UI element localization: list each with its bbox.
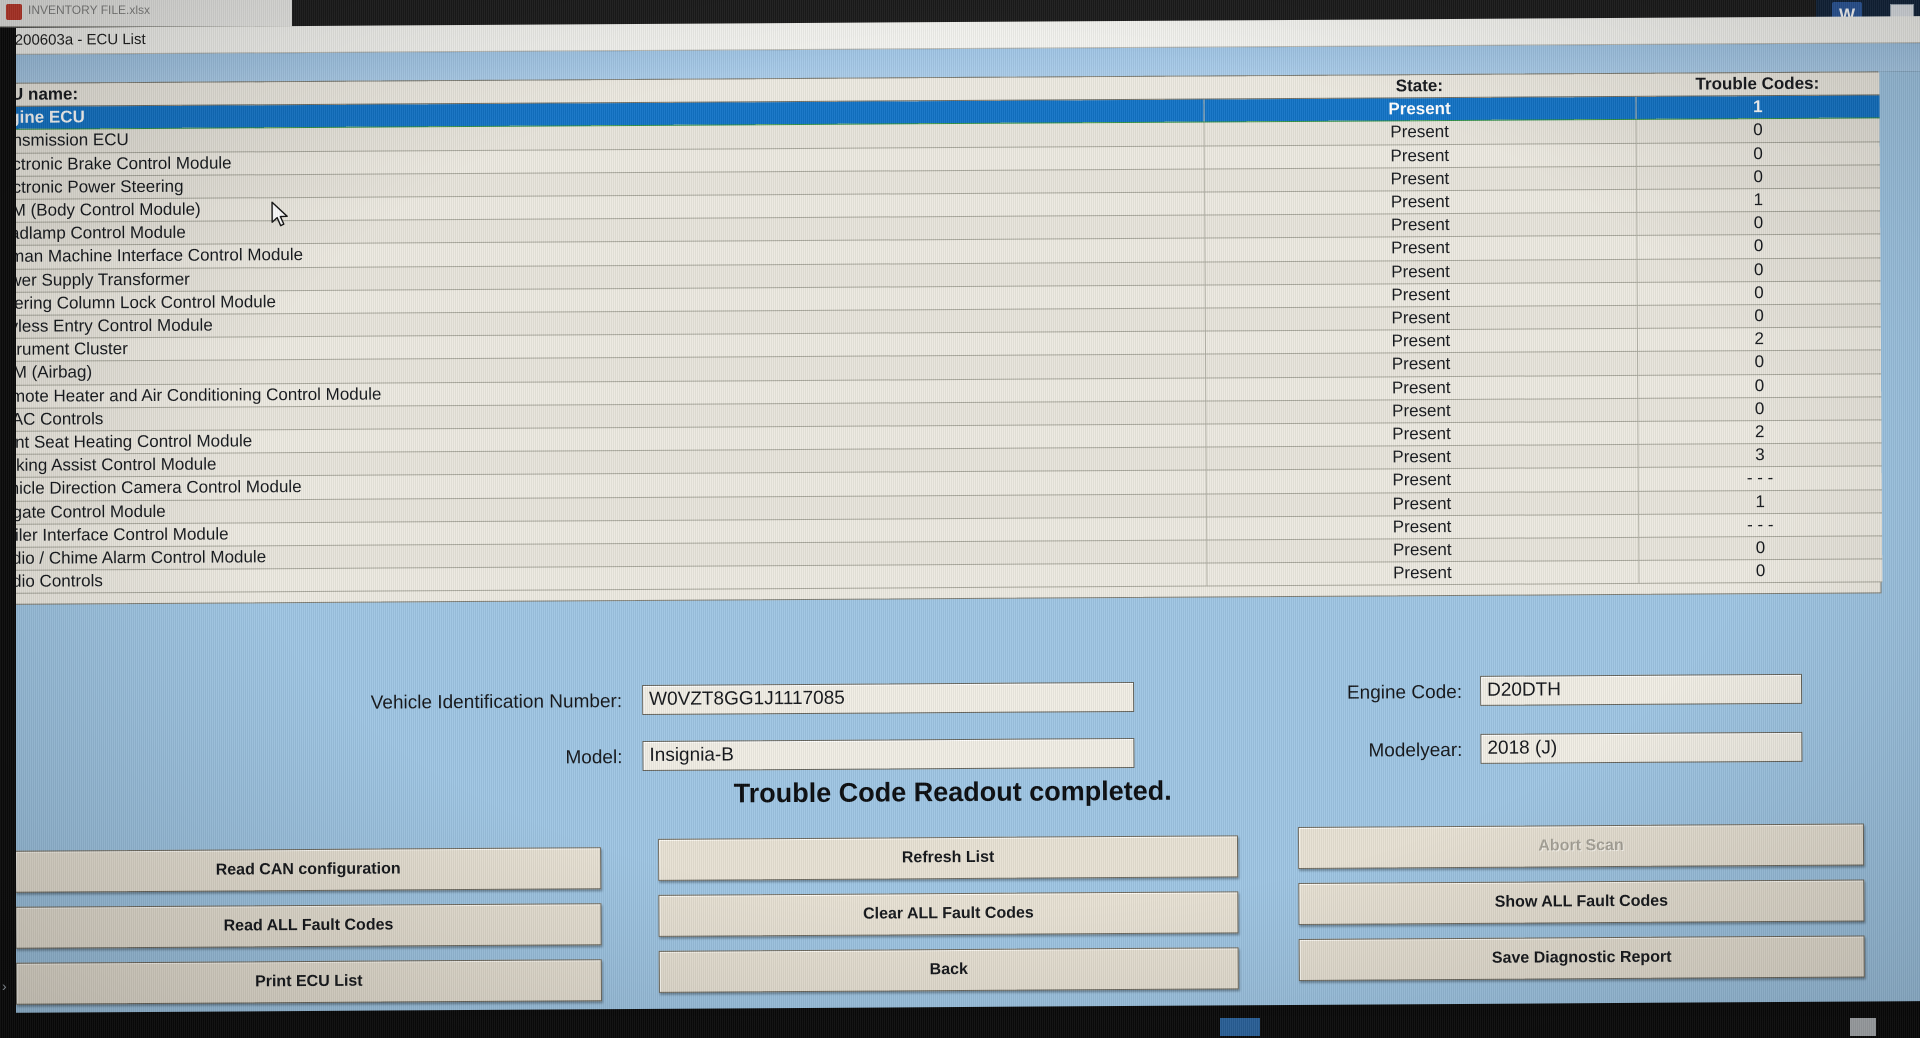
ecu-table-body: Engine ECU Present 1 Transmission ECU Presen… bbox=[0, 95, 1883, 594]
left-bezel bbox=[0, 28, 16, 1038]
refresh-list-button[interactable]: Refresh List bbox=[657, 835, 1239, 881]
cell-trouble-codes: 0 bbox=[1635, 118, 1880, 143]
cell-state: Present bbox=[1206, 514, 1639, 541]
vin-label: Vehicle Identification Number: bbox=[370, 691, 623, 714]
cell-trouble-codes: 0 bbox=[1635, 164, 1881, 190]
cell-trouble-codes: 1 bbox=[1635, 95, 1880, 120]
cell-state: Present bbox=[1205, 351, 1638, 378]
cell-trouble-codes: 1 bbox=[1637, 489, 1882, 515]
show-all-fault-codes-button[interactable]: Show ALL Fault Codes bbox=[1298, 879, 1865, 925]
bottom-bezel bbox=[0, 1016, 1920, 1038]
cell-trouble-codes: 0 bbox=[1637, 373, 1882, 399]
ecu-list-window: M 200603a - ECU List ECU name: State: Tr… bbox=[0, 16, 1920, 1013]
ecu-table-container[interactable]: ECU name: State: Trouble Codes: Engine E… bbox=[0, 71, 1883, 605]
modelyear-label: Modelyear: bbox=[1368, 739, 1463, 762]
cell-state: Present bbox=[1203, 119, 1636, 146]
cell-state: Present bbox=[1203, 96, 1636, 123]
cell-state: Present bbox=[1204, 235, 1637, 262]
back-button[interactable]: Back bbox=[658, 947, 1239, 993]
cell-state: Present bbox=[1204, 258, 1637, 285]
cell-trouble-codes: 0 bbox=[1638, 559, 1883, 584]
cell-trouble-codes: 0 bbox=[1637, 350, 1882, 376]
cell-trouble-codes: - - - bbox=[1637, 466, 1882, 492]
cell-trouble-codes: 0 bbox=[1636, 234, 1881, 259]
cell-state: Present bbox=[1205, 398, 1638, 425]
read-all-fault-codes-button[interactable]: Read ALL Fault Codes bbox=[15, 903, 602, 949]
clear-all-fault-codes-button[interactable]: Clear ALL Fault Codes bbox=[658, 891, 1239, 937]
chevron-right-icon: › bbox=[2, 978, 7, 994]
cell-trouble-codes: 0 bbox=[1636, 280, 1881, 306]
background-window-title: INVENTORY FILE.xlsx bbox=[28, 3, 151, 17]
cell-trouble-codes: 0 bbox=[1635, 141, 1880, 167]
cell-state: Present bbox=[1204, 212, 1637, 239]
cell-trouble-codes: 0 bbox=[1638, 535, 1883, 561]
cell-state: Present bbox=[1205, 444, 1638, 471]
print-ecu-list-button[interactable]: Print ECU List bbox=[15, 959, 602, 1005]
ecu-table: ECU name: State: Trouble Codes: Engine E… bbox=[0, 72, 1883, 594]
cell-trouble-codes: 2 bbox=[1636, 327, 1882, 352]
abort-scan-button: Abort Scan bbox=[1297, 823, 1865, 869]
cell-trouble-codes: 0 bbox=[1636, 211, 1881, 236]
cell-state: Present bbox=[1205, 421, 1638, 448]
taskbar-item[interactable] bbox=[1220, 1018, 1260, 1036]
save-diagnostic-report-button[interactable]: Save Diagnostic Report bbox=[1298, 935, 1865, 981]
engine-code-label: Engine Code: bbox=[1346, 681, 1463, 704]
cell-trouble-codes: 1 bbox=[1636, 187, 1881, 213]
excel-icon bbox=[6, 4, 22, 20]
modelyear-field[interactable]: 2018 (J) bbox=[1480, 731, 1803, 764]
cell-state: Present bbox=[1203, 166, 1637, 193]
cell-state: Present bbox=[1206, 537, 1639, 564]
cell-state: Present bbox=[1204, 305, 1637, 332]
window-title: M 200603a - ECU List bbox=[0, 30, 146, 49]
cell-trouble-codes: 0 bbox=[1637, 396, 1882, 422]
cell-trouble-codes: - - - bbox=[1638, 512, 1883, 538]
taskbar-tray-icon[interactable] bbox=[1850, 1018, 1876, 1036]
vin-field[interactable]: W0VZT8GG1J1117085 bbox=[642, 681, 1135, 715]
column-header-trouble-codes[interactable]: Trouble Codes: bbox=[1635, 72, 1880, 97]
model-label: Model: bbox=[565, 747, 623, 769]
cell-trouble-codes: 0 bbox=[1636, 303, 1881, 329]
engine-code-field[interactable]: D20DTH bbox=[1479, 673, 1803, 706]
cell-state: Present bbox=[1204, 328, 1638, 355]
cell-state: Present bbox=[1204, 282, 1637, 309]
read-can-configuration-button[interactable]: Read CAN configuration bbox=[15, 847, 602, 893]
cell-state: Present bbox=[1203, 142, 1636, 169]
window-client-area: ECU name: State: Trouble Codes: Engine E… bbox=[0, 71, 1920, 1013]
model-field[interactable]: Insignia-B bbox=[642, 737, 1135, 771]
monitor-photo: INVENTORY FILE.xlsx W M 200603a - ECU Li… bbox=[0, 0, 1920, 1038]
cell-state: Present bbox=[1205, 491, 1639, 517]
cell-trouble-codes: 0 bbox=[1636, 257, 1881, 283]
cell-state: Present bbox=[1205, 467, 1638, 494]
cell-trouble-codes: 3 bbox=[1637, 443, 1882, 468]
cell-state: Present bbox=[1204, 189, 1637, 216]
status-message: Trouble Code Readout completed. bbox=[733, 775, 1172, 809]
column-header-state[interactable]: State: bbox=[1203, 73, 1636, 100]
background-window-titlebar[interactable]: INVENTORY FILE.xlsx bbox=[0, 0, 292, 27]
cell-state: Present bbox=[1205, 375, 1638, 401]
cell-trouble-codes: 2 bbox=[1637, 419, 1882, 445]
cell-state: Present bbox=[1206, 560, 1639, 587]
